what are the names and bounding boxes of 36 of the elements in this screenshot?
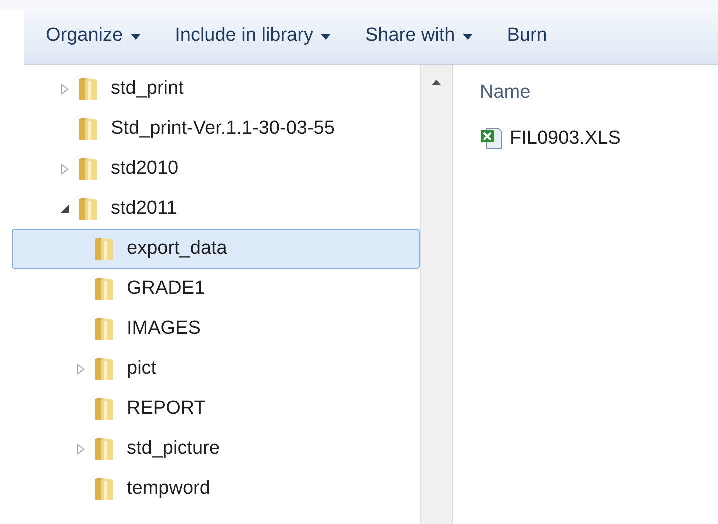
folder-name: GRADE1 [127,276,206,301]
collapse-arrow-icon[interactable] [61,205,69,213]
folder-tree-item[interactable]: std_picture [12,429,420,469]
folder-tree-item[interactable]: Std_print-Ver.1.1-30-03-55 [12,109,420,149]
folder-name: IMAGES [127,316,201,341]
folder-tree-item[interactable]: pict [12,349,420,389]
column-header[interactable]: Name [480,79,531,107]
folder-name: std2010 [111,156,179,181]
folder-name: REPORT [127,396,206,421]
toolbar-button[interactable]: Share with [365,22,474,51]
folder-name: tempword [127,476,210,501]
expand-arrow-icon[interactable] [77,364,85,374]
file-item[interactable]: FIL0903.XLS [480,125,625,154]
toolbar-button[interactable]: Include in library [175,22,332,51]
folder-name: export_data [127,236,228,261]
folder-name: pict [127,356,157,381]
expand-arrow-icon[interactable] [61,84,69,94]
folder-tree-item[interactable]: std2011 [12,189,420,229]
folder-tree-item[interactable]: IMAGES [12,309,420,349]
toolbar-button[interactable]: Organize [46,22,142,51]
scroll-up-arrow-icon[interactable] [432,79,441,85]
folder-tree-item[interactable]: std2010 [12,149,420,189]
folder-name: std_print [111,76,184,101]
spreadsheet-file-icon [480,127,504,152]
toolbar-button[interactable]: Burn [507,22,548,51]
folder-tree-item[interactable]: export_data [12,229,420,269]
folder-tree-item[interactable]: REPORT [12,389,420,429]
folder-name: std_picture [127,436,220,461]
expand-arrow-icon[interactable] [61,164,69,174]
folder-tree-item[interactable]: GRADE1 [12,269,420,309]
folder-tree-item[interactable]: tempword [12,469,420,509]
folder-tree-item[interactable]: std_print [12,69,420,109]
expand-arrow-icon[interactable] [77,444,85,454]
folder-name: Std_print-Ver.1.1-30-03-55 [111,116,335,141]
folder-name: std2011 [111,196,178,221]
scrollbar[interactable] [420,65,452,524]
